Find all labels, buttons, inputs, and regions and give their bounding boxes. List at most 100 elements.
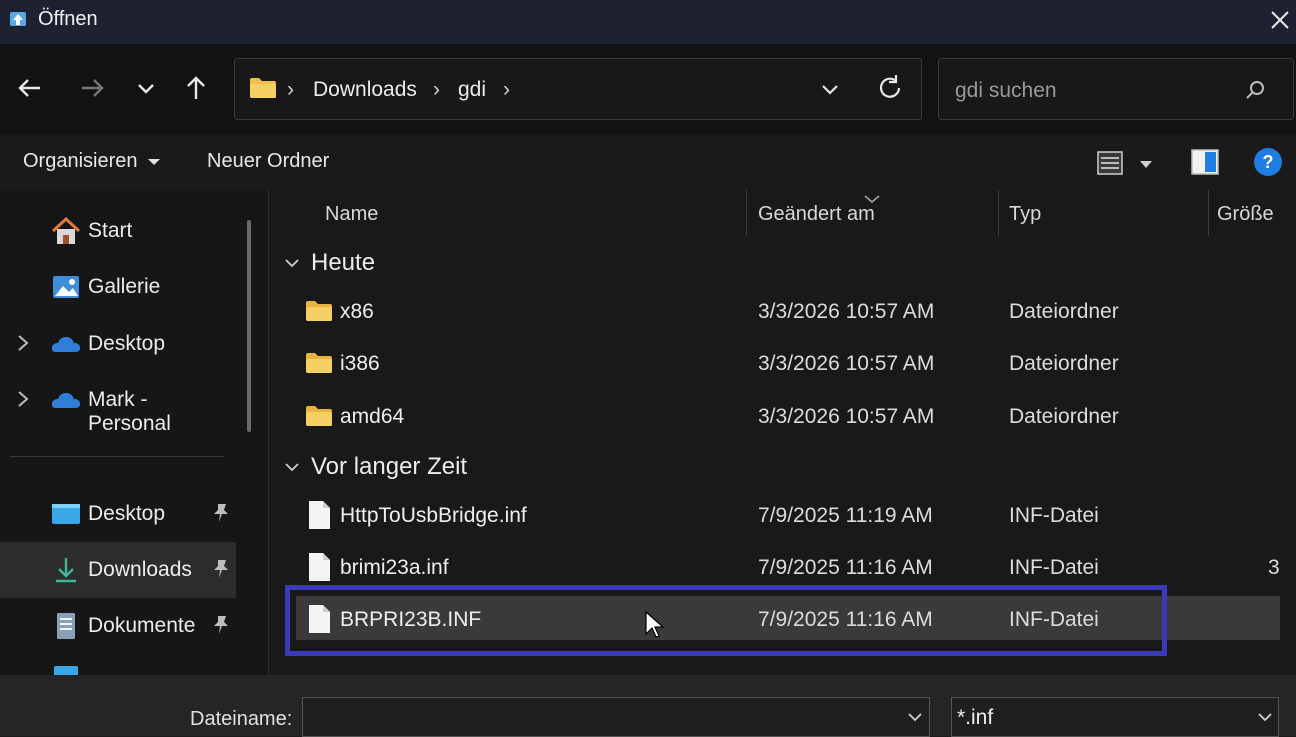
search-icon [1243,78,1267,102]
svg-text:?: ? [1263,152,1274,172]
address-history-button[interactable] [816,76,844,104]
sidebar-item-gallery[interactable]: Gallerie [0,259,236,315]
group-header-long-ago[interactable]: Vor langer Zeit [311,453,467,481]
back-button[interactable] [10,68,50,108]
filename-dropdown-button[interactable] [904,708,926,726]
file-name[interactable]: HttpToUsbBridge.inf [340,504,527,528]
folder-icon [305,403,333,431]
documents-icon [57,613,75,639]
close-icon [1271,11,1289,29]
group-header-today[interactable]: Heute [311,249,375,277]
filetype-value: *.inf [957,706,994,729]
file-icon [305,552,333,581]
arrow-right-icon [82,79,104,97]
chevron-down-icon [285,463,299,472]
folder-icon [249,76,277,100]
sidebar-item-downloads[interactable]: Downloads [0,542,236,598]
sidebar-item-start[interactable]: Start [0,203,236,259]
highlight-annotation [285,585,1167,656]
view-dropdown-button[interactable] [1136,155,1156,169]
chevron-down-icon [138,84,154,94]
help-button[interactable]: ? [1252,146,1284,178]
breadcrumb-separator: › [433,78,440,101]
recent-locations-button[interactable] [126,68,166,108]
file-date: 7/9/2025 11:19 AM [758,504,933,527]
column-separator[interactable] [746,190,747,236]
pin-icon [214,616,228,634]
app-icon [9,9,27,27]
chevron-down-icon [1258,713,1272,722]
column-header-type[interactable]: Typ [1009,203,1041,226]
sidebar-item-label: Gallerie [88,275,161,298]
gallery-icon [53,276,79,298]
sidebar-item-desktop[interactable]: Desktop [0,486,236,542]
list-view-icon [1097,151,1123,175]
column-header-size[interactable]: Größe [1217,203,1274,226]
forward-button[interactable] [72,68,112,108]
filename-label: Dateiname: [190,708,293,730]
column-header-modified[interactable]: Geändert am [758,203,875,226]
file-type: Dateiordner [1009,300,1119,323]
arrow-left-icon [18,79,40,97]
sidebar-item-label: Desktop [88,502,166,525]
preview-pane-button[interactable] [1188,146,1222,178]
organize-label: Organisieren [23,150,138,172]
column-separator[interactable] [998,190,999,236]
preview-pane-icon [1191,149,1219,175]
sidebar-item-documents[interactable]: Dokumente [0,598,236,654]
file-date: 3/3/2026 10:57 AM [758,300,935,323]
file-size: 3 [1268,556,1280,579]
sidebar-divider [10,456,224,457]
breadcrumb-separator: › [287,78,294,101]
filetype-select[interactable] [951,697,1279,737]
download-icon [56,558,76,583]
file-name[interactable]: amd64 [340,405,404,429]
group-collapse-button[interactable] [284,458,300,474]
title-bar [0,0,1296,44]
file-name[interactable]: i386 [340,352,380,376]
window-title: Öffnen [38,8,98,30]
column-separator[interactable] [1208,190,1209,236]
sidebar-item-label: Desktop [88,332,166,355]
up-button[interactable] [176,68,216,108]
breadcrumb-item-downloads[interactable]: Downloads [313,78,417,102]
new-folder-button[interactable]: Neuer Ordner [207,150,329,173]
file-date: 7/9/2025 11:16 AM [758,556,933,579]
folder-icon [305,298,333,326]
refresh-icon [879,75,901,98]
sidebar-item-label: Dokumente [88,614,196,637]
breadcrumb-separator: › [503,78,510,101]
sidebar-item-onedrive-personal[interactable]: Mark - Personal [0,372,236,435]
sidebar-item-partial-icon [54,666,78,675]
file-date: 3/3/2026 10:57 AM [758,352,935,375]
chevron-down-icon [285,259,299,268]
file-type: INF-Datei [1009,504,1099,527]
arrow-up-icon [187,76,205,99]
file-name[interactable]: brimi23a.inf [340,556,449,580]
file-type: INF-Datei [1009,556,1099,579]
chevron-right-icon [18,335,29,351]
sidebar-item-onedrive-desktop[interactable]: Desktop [0,316,236,372]
breadcrumb-item-gdi[interactable]: gdi [458,78,486,102]
desktop-icon [52,504,80,524]
file-type: Dateiordner [1009,352,1119,375]
filename-input[interactable] [302,697,930,737]
file-name[interactable]: x86 [340,300,374,324]
close-button[interactable] [1264,4,1296,36]
organize-button[interactable]: Organisieren [23,150,161,173]
file-icon [305,500,333,529]
chevron-down-icon [908,713,922,722]
chevron-right-icon [18,391,29,407]
pin-icon [214,504,228,522]
group-collapse-button[interactable] [284,254,300,270]
filetype-dropdown-button[interactable] [1254,708,1276,726]
column-header-name[interactable]: Name [325,203,378,226]
refresh-button[interactable] [874,72,906,104]
sidebar-item-label: Mark - Personal [88,388,171,435]
caret-down-icon [148,158,161,165]
sort-indicator-icon [862,188,882,204]
sidebar-scrollbar[interactable] [247,220,251,432]
home-icon [51,216,81,244]
pin-icon [214,560,228,578]
view-options-button[interactable] [1094,148,1126,178]
